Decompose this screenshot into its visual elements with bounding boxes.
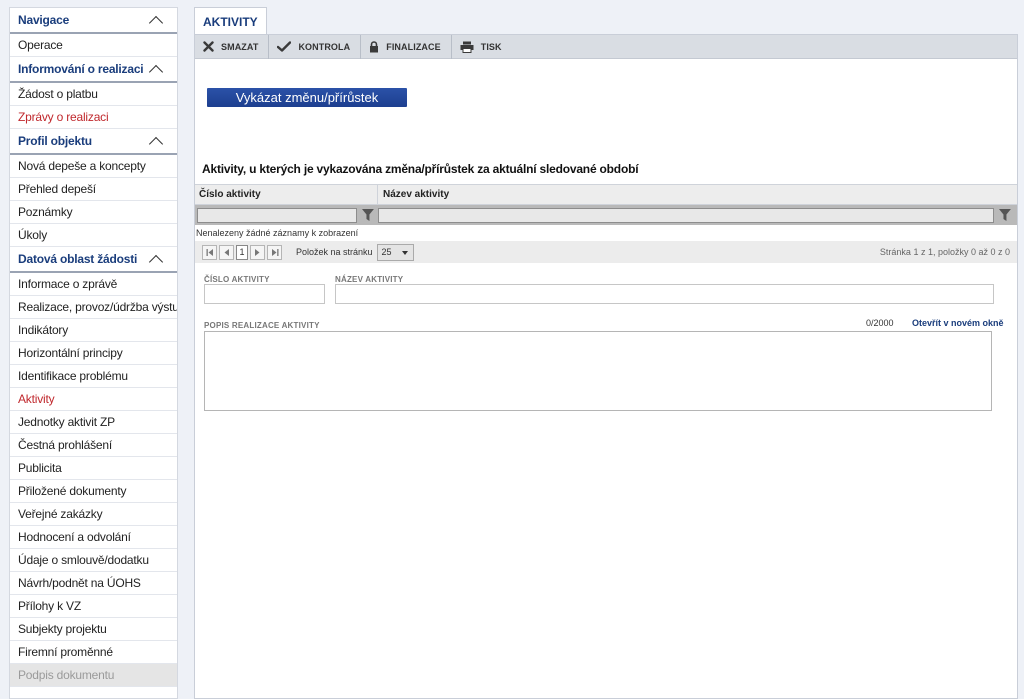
tab-panel: SMAZAT KONTROLA FINALIZACE TISK Vykázat … [194, 34, 1018, 699]
activities-grid: Číslo aktivity Název aktivity Nenalezeny… [195, 184, 1017, 263]
sidebar-item[interactable]: Operace [10, 34, 177, 57]
sidebar: Navigace Operace Informování o realizaci Žá… [9, 7, 178, 699]
pager: 1 Položek na stránku 25 Stránka 1 z 1, p… [195, 241, 1017, 263]
open-new-window-link[interactable]: Otevřít v novém okně [912, 318, 1004, 328]
finalize-button[interactable]: FINALIZACE [361, 34, 452, 59]
activity-number-field[interactable] [204, 284, 325, 304]
finalize-button-label: FINALIZACE [386, 41, 441, 52]
filter-icon[interactable] [998, 208, 1012, 222]
current-page-input[interactable]: 1 [236, 244, 248, 260]
last-page-button[interactable] [267, 244, 282, 260]
sidebar-item[interactable]: Úkoly [10, 224, 177, 247]
sidebar-item[interactable]: Přílohy k VZ [10, 595, 177, 618]
sidebar-item[interactable]: Poznámky [10, 201, 177, 224]
sidebar-item[interactable]: Zprávy o realizaci [10, 106, 177, 129]
sidebar-item[interactable]: Identifikace problému [10, 365, 177, 388]
checkmark-icon [277, 41, 292, 52]
sidebar-item[interactable]: Informace o zprávě [10, 273, 177, 296]
sidebar-item[interactable]: Aktivity [10, 388, 177, 411]
description-textarea[interactable] [204, 331, 992, 411]
lock-icon [370, 40, 379, 52]
per-page-label: Položek na stránku [296, 247, 373, 257]
filter-activity-number-input[interactable] [197, 207, 358, 223]
toolbar: SMAZAT KONTROLA FINALIZACE TISK [195, 34, 1017, 59]
sidebar-section-header[interactable]: Informování o realizaci [10, 57, 177, 83]
next-page-button[interactable] [250, 244, 265, 260]
chevron-up-icon[interactable] [149, 64, 163, 74]
sidebar-section-title: Datová oblast žádosti [18, 252, 138, 266]
sidebar-item: Podpis dokumentu [10, 664, 177, 687]
sidebar-item[interactable]: Přiložené dokumenty [10, 480, 177, 503]
activity-number-label: ČÍSLO AKTIVITY [204, 275, 270, 284]
sidebar-item[interactable]: Horizontální principy [10, 342, 177, 365]
column-header-activity-name[interactable]: Název aktivity [378, 185, 1017, 204]
prev-page-icon [224, 248, 229, 256]
activity-name-field[interactable] [335, 284, 994, 304]
print-button-label: TISK [480, 41, 502, 52]
sidebar-section-title: Navigace [18, 13, 70, 27]
sidebar-item[interactable]: Údaje o smlouvě/dodatku [10, 549, 177, 572]
sidebar-item[interactable]: Veřejné zakázky [10, 503, 177, 526]
grid-header: Číslo aktivity Název aktivity [195, 184, 1017, 205]
sidebar-section-header[interactable]: Datová oblast žádosti [10, 247, 177, 273]
pager-status: Stránka 1 z 1, položky 0 až 0 z 0 [879, 247, 1010, 257]
grid-filter-row [195, 205, 1017, 225]
delete-icon [203, 41, 214, 52]
sidebar-item[interactable]: Subjekty projektu [10, 618, 177, 641]
activity-name-label: NÁZEV AKTIVITY [335, 275, 404, 284]
column-header-activity-number[interactable]: Číslo aktivity [195, 185, 378, 204]
report-change-button[interactable]: Vykázat změnu/přírůstek [207, 88, 407, 107]
delete-button-label: SMAZAT [221, 41, 259, 52]
check-button[interactable]: KONTROLA [269, 34, 362, 59]
last-page-icon [271, 248, 278, 256]
sidebar-item[interactable]: Přehled depeší [10, 178, 177, 201]
first-page-button[interactable] [202, 244, 217, 260]
section-title: Aktivity, u kterých je vykazována změna/… [202, 162, 639, 176]
sidebar-item[interactable]: Nová depeše a koncepty [10, 155, 177, 178]
print-icon [460, 41, 474, 53]
sidebar-section-header[interactable]: Profil objektu [10, 129, 177, 155]
filter-icon[interactable] [361, 208, 375, 222]
first-page-icon [206, 248, 213, 256]
chevron-up-icon[interactable] [149, 136, 163, 146]
sidebar-item[interactable]: Publicita [10, 457, 177, 480]
sidebar-section-header[interactable]: Navigace [10, 8, 177, 34]
sidebar-item[interactable]: Návrh/podnět na ÚOHS [10, 572, 177, 595]
description-label: POPIS REALIZACE AKTIVITY [204, 321, 320, 330]
per-page-select[interactable]: 25 [376, 243, 414, 261]
tab-aktivity[interactable]: AKTIVITY [194, 7, 267, 35]
sidebar-item[interactable]: Hodnocení a odvolání [10, 526, 177, 549]
sidebar-item[interactable]: Realizace, provoz/údržba výstupu [10, 296, 177, 319]
sidebar-item[interactable]: Indikátory [10, 319, 177, 342]
char-counter: 0/2000 [866, 318, 894, 328]
filter-activity-name-input[interactable] [377, 207, 995, 223]
sidebar-section-title: Profil objektu [18, 134, 92, 148]
print-button[interactable]: TISK [452, 35, 512, 59]
sidebar-item[interactable]: Žádost o platbu [10, 83, 177, 106]
delete-button[interactable]: SMAZAT [195, 34, 270, 59]
chevron-up-icon[interactable] [149, 15, 163, 25]
sidebar-item[interactable]: Čestná prohlášení [10, 434, 177, 457]
tab-bar: AKTIVITY [194, 7, 1018, 35]
next-page-icon [255, 248, 260, 256]
sidebar-item[interactable]: Firemní proměnné [10, 641, 177, 664]
empty-message: Nenalezeny žádné záznamy k zobrazení [196, 228, 359, 238]
main-content: AKTIVITY SMAZAT KONTROLA FINALIZACE TISK… [194, 7, 1018, 699]
check-button-label: KONTROLA [298, 41, 351, 52]
chevron-up-icon[interactable] [149, 254, 163, 264]
sidebar-section-title: Informování o realizaci [18, 62, 144, 76]
sidebar-item[interactable]: Jednotky aktivit ZP [10, 411, 177, 434]
prev-page-button[interactable] [219, 244, 234, 260]
